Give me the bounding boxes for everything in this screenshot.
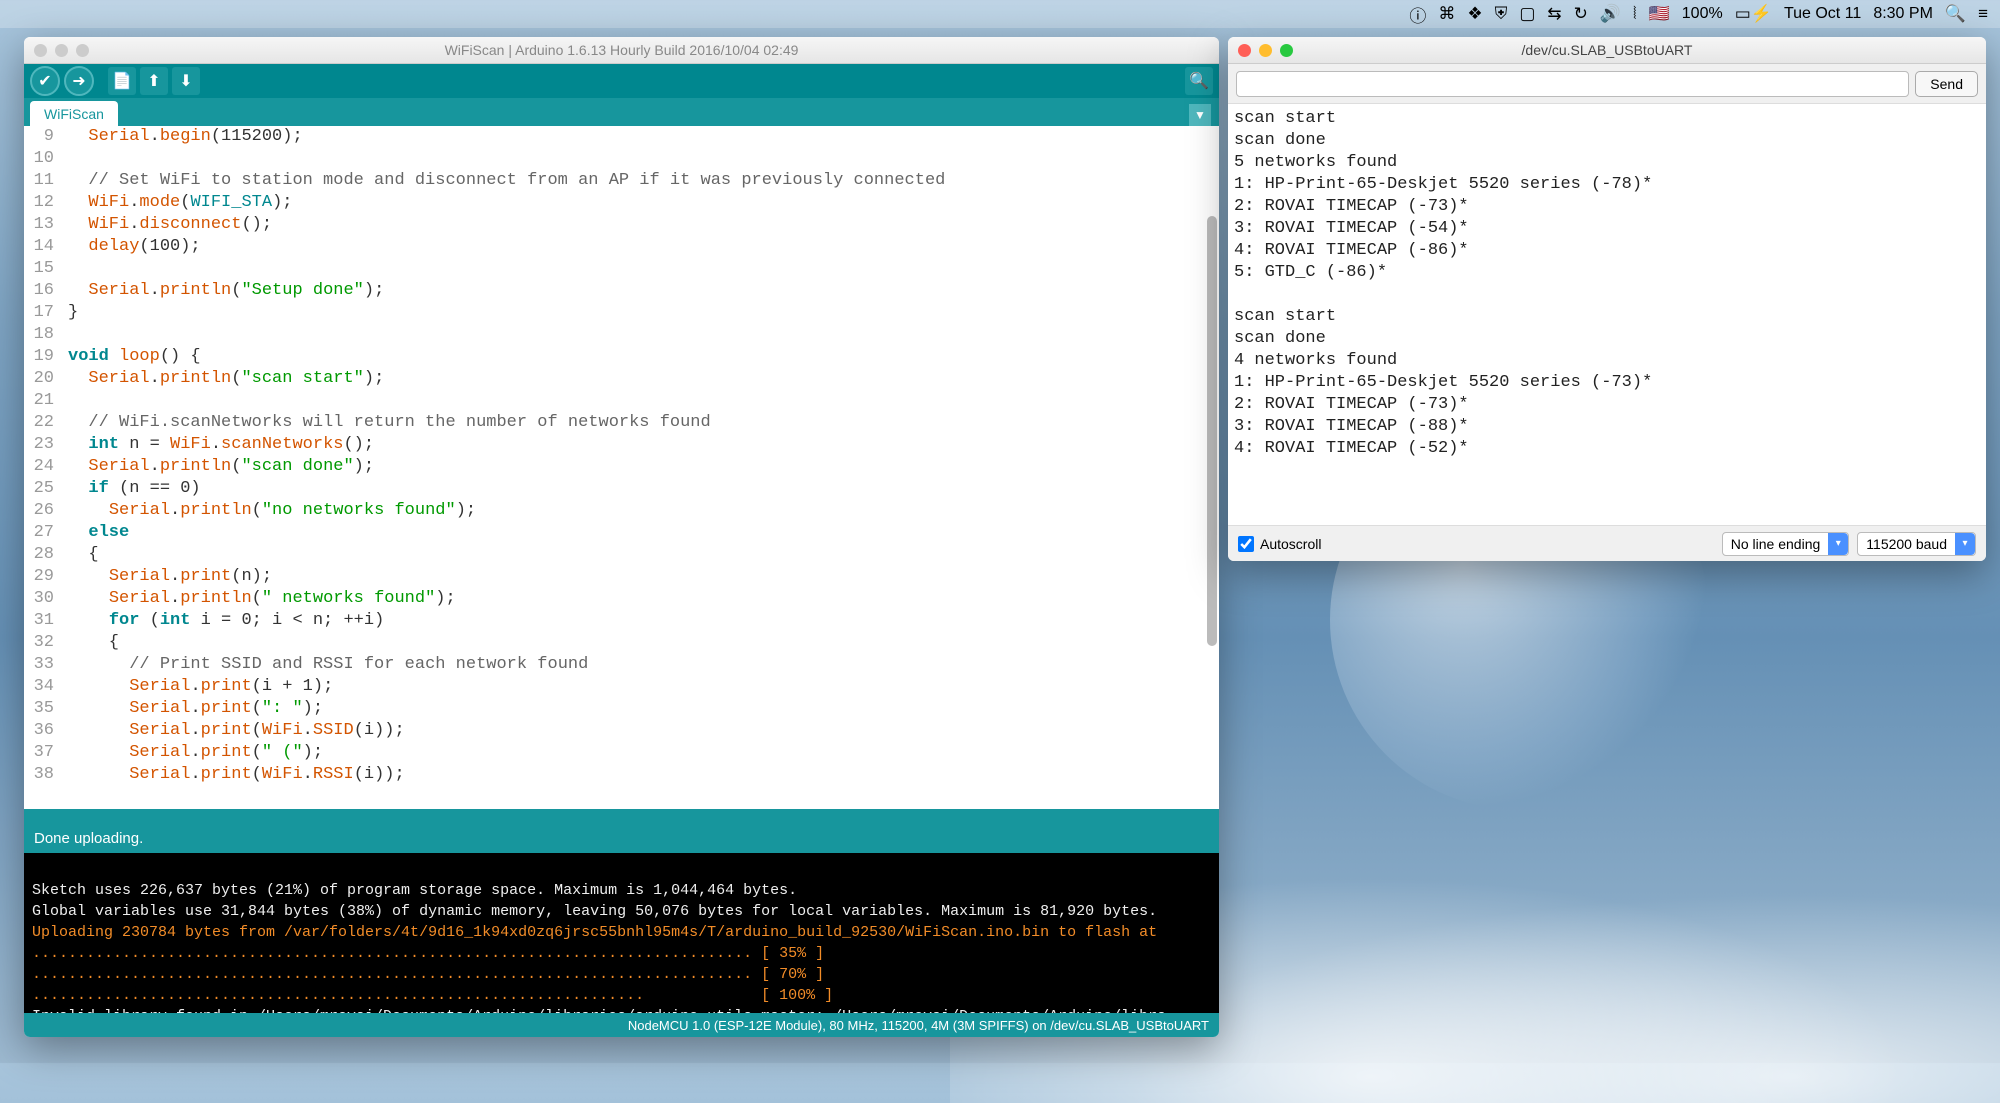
status-icon[interactable]: ⌘ xyxy=(1438,4,1455,24)
code-lines[interactable]: Serial.begin(115200); // Set WiFi to sta… xyxy=(68,126,1205,786)
code-editor[interactable]: 9101112131415161718192021222324252627282… xyxy=(24,126,1219,809)
display-icon[interactable]: ▢ xyxy=(1519,4,1535,24)
console-line: Uploading 230784 bytes from /var/folders… xyxy=(32,924,1157,941)
window-title: WiFiScan | Arduino 1.6.13 Hourly Build 2… xyxy=(445,42,799,58)
console-line: ........................................… xyxy=(32,966,824,983)
minimize-icon[interactable] xyxy=(55,44,68,57)
notification-icon[interactable]: ≡ xyxy=(1978,4,1988,24)
battery-icon[interactable]: ▭⚡ xyxy=(1735,4,1772,24)
console-line: ........................................… xyxy=(32,945,824,962)
arduino-footer: NodeMCU 1.0 (ESP-12E Module), 80 MHz, 11… xyxy=(24,1013,1219,1037)
upload-button[interactable]: ➜ xyxy=(64,66,94,96)
baud-select[interactable]: 115200 baud ▾ xyxy=(1857,532,1976,556)
verify-button[interactable]: ✔ xyxy=(30,66,60,96)
zoom-icon[interactable] xyxy=(76,44,89,57)
tab-menu-button[interactable]: ▼ xyxy=(1189,104,1211,126)
macos-menubar: ⓘ ⌘ ❖ ⛨ ▢ ⇆ ↻ 🔊 ⦚ 🇺🇸 100% ▭⚡ Tue Oct 11 … xyxy=(0,0,2000,28)
serial-send-row: Send xyxy=(1228,64,1986,104)
close-icon[interactable] xyxy=(1238,44,1251,57)
serial-input[interactable] xyxy=(1236,71,1909,97)
tab-bar: WiFiScan ▼ xyxy=(24,98,1219,126)
wifi-icon[interactable]: ⦚ xyxy=(1633,4,1637,24)
bluetooth-icon[interactable]: ⇆ xyxy=(1547,4,1561,24)
line-gutter: 9101112131415161718192021222324252627282… xyxy=(24,126,58,786)
timemachine-icon[interactable]: ↻ xyxy=(1574,4,1588,24)
flag-icon[interactable]: 🇺🇸 xyxy=(1649,4,1670,24)
chevron-down-icon: ▾ xyxy=(1828,533,1848,555)
autoscroll-label: Autoscroll xyxy=(1260,536,1321,552)
editor-scrollbar[interactable] xyxy=(1207,126,1217,809)
serial-output[interactable]: scan start scan done 5 networks found 1:… xyxy=(1228,104,1986,525)
tab-wifiscan[interactable]: WiFiScan xyxy=(30,101,118,126)
console-line: Sketch uses 226,637 bytes (21%) of progr… xyxy=(32,882,797,899)
status-icon[interactable]: ⓘ xyxy=(1409,2,1426,27)
serial-monitor-button[interactable]: 🔍 xyxy=(1185,67,1213,95)
baud-label: 115200 baud xyxy=(1858,536,1955,552)
window-controls[interactable] xyxy=(34,44,89,57)
shield-icon[interactable]: ⛨ xyxy=(1495,4,1508,24)
spotlight-icon[interactable]: 🔍 xyxy=(1945,4,1966,24)
menubar-date[interactable]: Tue Oct 11 xyxy=(1784,5,1861,23)
arduino-status: Done uploading. xyxy=(24,823,1219,853)
console-line: Global variables use 31,844 bytes (38%) … xyxy=(32,903,1157,920)
serial-titlebar: /dev/cu.SLAB_USBtoUART xyxy=(1228,37,1986,64)
window-controls[interactable] xyxy=(1238,44,1293,57)
dropbox-icon[interactable]: ❖ xyxy=(1467,4,1482,24)
new-button[interactable]: 📄 xyxy=(108,67,136,95)
send-button[interactable]: Send xyxy=(1915,71,1978,97)
save-button[interactable]: ⬇ xyxy=(172,67,200,95)
arduino-console[interactable]: Sketch uses 226,637 bytes (21%) of progr… xyxy=(24,853,1219,1013)
arduino-window: WiFiScan | Arduino 1.6.13 Hourly Build 2… xyxy=(24,37,1219,1037)
close-icon[interactable] xyxy=(34,44,47,57)
autoscroll-checkbox[interactable]: Autoscroll xyxy=(1238,536,1321,552)
chevron-down-icon: ▾ xyxy=(1955,533,1975,555)
line-ending-select[interactable]: No line ending ▾ xyxy=(1722,532,1850,556)
volume-icon[interactable]: 🔊 xyxy=(1600,4,1621,24)
arduino-titlebar: WiFiScan | Arduino 1.6.13 Hourly Build 2… xyxy=(24,37,1219,64)
zoom-icon[interactable] xyxy=(1280,44,1293,57)
battery-percent[interactable]: 100% xyxy=(1682,5,1723,23)
console-line: ........................................… xyxy=(32,987,833,1004)
serial-monitor-window: /dev/cu.SLAB_USBtoUART Send scan start s… xyxy=(1228,37,1986,561)
divider xyxy=(24,809,1219,823)
menubar-time[interactable]: 8:30 PM xyxy=(1873,5,1933,23)
status-text: Done uploading. xyxy=(34,830,143,847)
serial-footer: Autoscroll No line ending ▾ 115200 baud … xyxy=(1228,525,1986,561)
window-title: /dev/cu.SLAB_USBtoUART xyxy=(1522,42,1693,58)
board-info: NodeMCU 1.0 (ESP-12E Module), 80 MHz, 11… xyxy=(628,1018,1209,1033)
scrollbar-thumb[interactable] xyxy=(1207,216,1217,646)
open-button[interactable]: ⬆ xyxy=(140,67,168,95)
line-ending-label: No line ending xyxy=(1723,536,1829,552)
minimize-icon[interactable] xyxy=(1259,44,1272,57)
arduino-toolbar: ✔ ➜ 📄 ⬆ ⬇ 🔍 xyxy=(24,64,1219,98)
autoscroll-input[interactable] xyxy=(1238,536,1254,552)
